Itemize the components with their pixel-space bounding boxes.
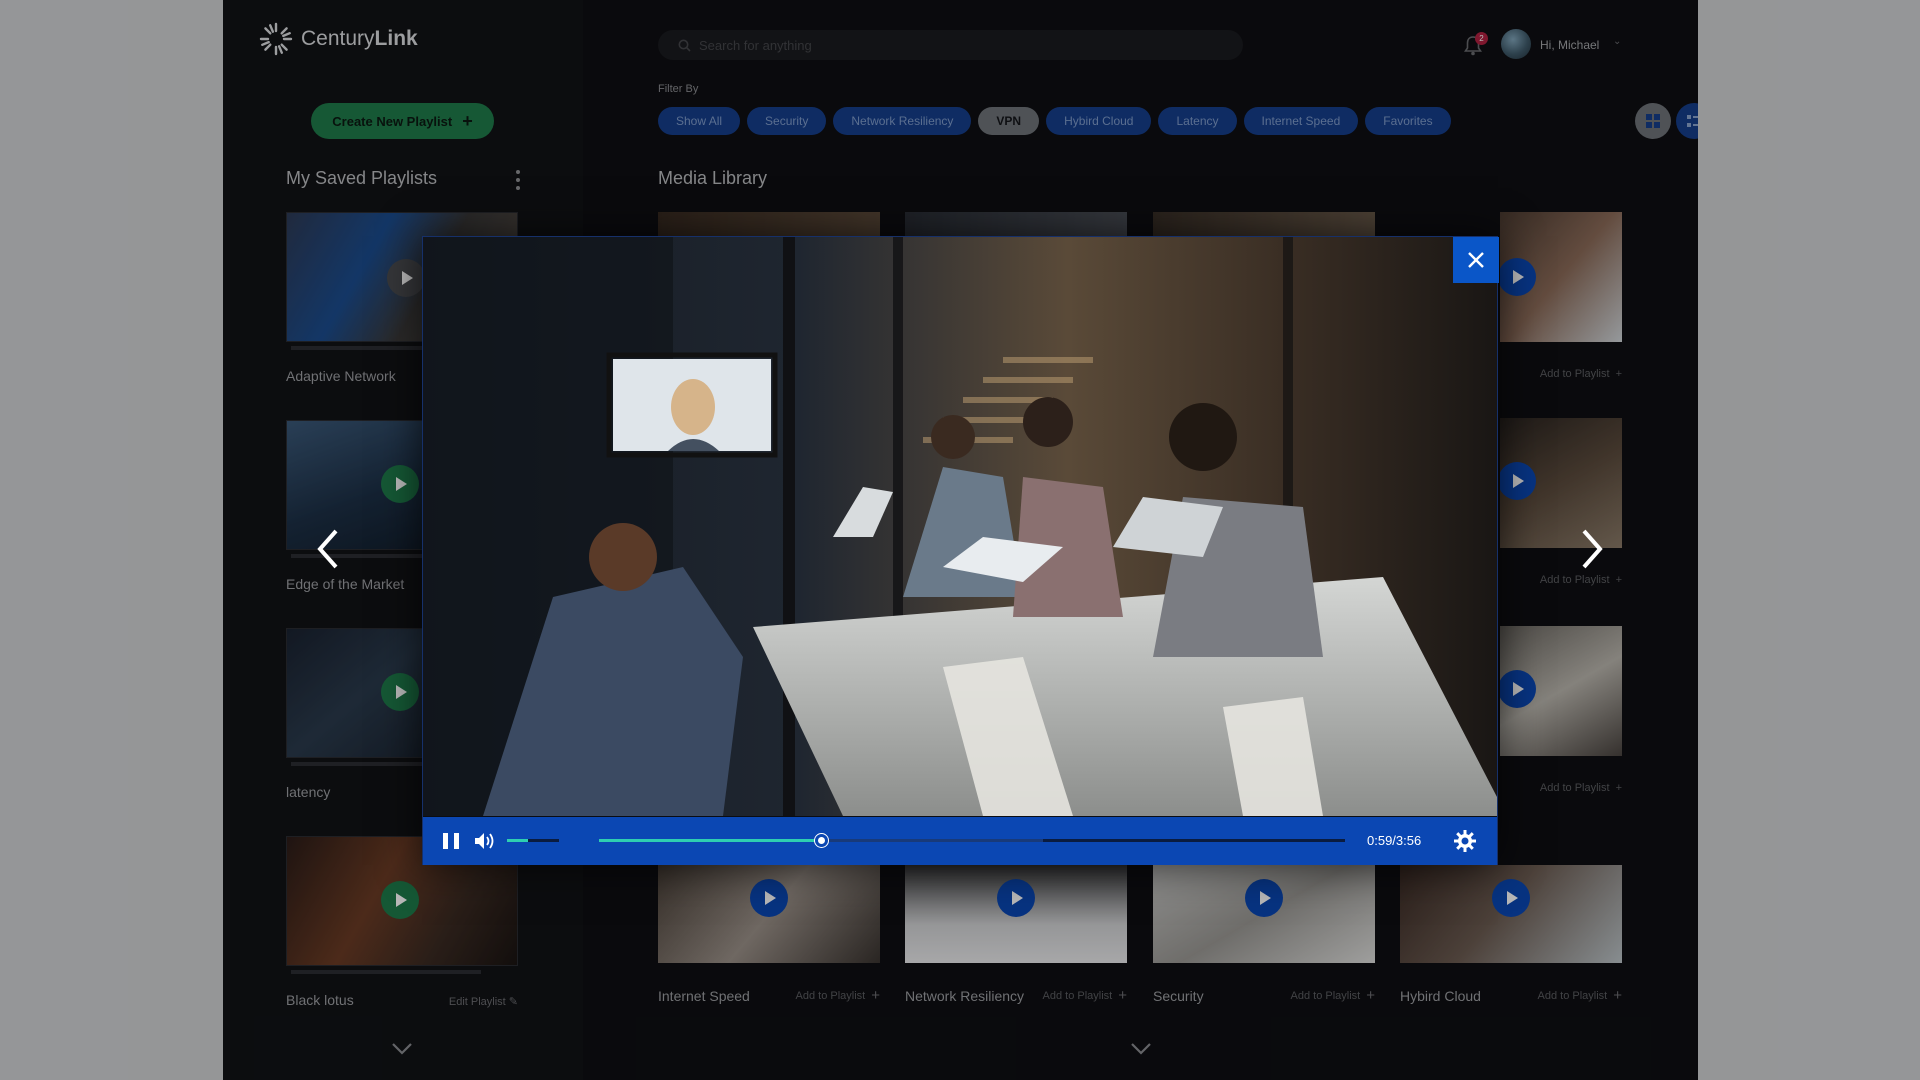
- play-icon[interactable]: [1500, 462, 1536, 500]
- plus-icon: +: [1615, 782, 1622, 794]
- media-thumbnail[interactable]: [1500, 212, 1622, 342]
- plus-icon: +: [1366, 987, 1375, 1004]
- media-title: Security: [1153, 987, 1204, 1004]
- saved-playlists-title: My Saved Playlists: [286, 168, 438, 188]
- media-library-title: Media Library: [658, 168, 768, 188]
- create-playlist-button[interactable]: Create New Playlist +: [311, 103, 494, 139]
- plus-icon: +: [1615, 368, 1622, 380]
- chevron-down-icon[interactable]: [1130, 1042, 1152, 1056]
- play-icon[interactable]: [1500, 670, 1536, 708]
- media-card[interactable]: Hybird Cloud Add to Playlist +: [1400, 865, 1622, 1004]
- previous-arrow-icon[interactable]: [310, 525, 346, 573]
- media-thumbnail[interactable]: [1153, 865, 1375, 963]
- pause-icon[interactable]: [443, 833, 459, 849]
- play-icon[interactable]: [381, 673, 419, 711]
- play-icon[interactable]: [1492, 879, 1530, 917]
- brand-logo[interactable]: CenturyLink: [259, 22, 418, 56]
- media-thumbnail[interactable]: [658, 212, 880, 238]
- add-to-playlist-link[interactable]: Add to Playlist +: [796, 987, 880, 1004]
- media-thumbnail[interactable]: [658, 865, 880, 963]
- more-options-icon[interactable]: [513, 168, 523, 192]
- media-thumbnail[interactable]: [1400, 865, 1622, 963]
- media-title: Internet Speed: [658, 987, 750, 1004]
- filter-chip-latency[interactable]: Latency: [1158, 107, 1237, 135]
- play-icon[interactable]: [381, 465, 419, 503]
- filter-chips: Show All Security Network Resiliency VPN…: [658, 107, 1451, 135]
- media-card[interactable]: Network Resiliency Add to Playlist +: [905, 865, 1127, 1004]
- plus-icon: +: [1118, 987, 1127, 1004]
- avatar[interactable]: [1501, 29, 1531, 59]
- media-card[interactable]: Security Add to Playlist +: [1153, 865, 1375, 1004]
- play-icon[interactable]: [387, 259, 425, 297]
- filter-chip-show-all[interactable]: Show All: [658, 107, 741, 135]
- progress-bar[interactable]: [599, 834, 1345, 847]
- media-thumbnail[interactable]: [1153, 212, 1375, 238]
- chevron-down-icon[interactable]: ⌄: [1613, 36, 1621, 47]
- plus-icon: +: [871, 987, 880, 1004]
- search-icon: [678, 39, 691, 52]
- search-placeholder: Search for anything: [699, 37, 812, 53]
- media-title: Hybird Cloud: [1400, 987, 1481, 1004]
- close-icon: [1468, 252, 1484, 268]
- user-greeting[interactable]: Hi, Michael: [1540, 38, 1599, 52]
- gear-icon[interactable]: [1453, 829, 1477, 853]
- filter-chip-internet-speed[interactable]: Internet Speed: [1243, 107, 1359, 135]
- volume-icon[interactable]: [473, 830, 497, 852]
- add-to-playlist-link[interactable]: Add to Playlist +: [1538, 987, 1622, 1004]
- progress-handle[interactable]: [815, 834, 829, 847]
- chevron-down-icon[interactable]: [391, 1042, 413, 1056]
- filter-chip-vpn[interactable]: VPN: [978, 107, 1040, 135]
- create-playlist-label: Create New Playlist: [332, 113, 453, 129]
- play-icon[interactable]: [1245, 879, 1283, 917]
- edit-playlist-link[interactable]: Edit Playlist ✎: [449, 995, 518, 1008]
- close-button[interactable]: [1453, 237, 1499, 283]
- notification-badge: 2: [1475, 32, 1488, 45]
- grid-view-button[interactable]: [1635, 103, 1671, 139]
- filter-chip-network-resiliency[interactable]: Network Resiliency: [833, 107, 972, 135]
- play-icon[interactable]: [381, 881, 419, 919]
- media-thumbnail[interactable]: [1500, 626, 1622, 756]
- list-view-button[interactable]: [1676, 103, 1698, 139]
- play-icon[interactable]: [750, 879, 788, 917]
- player-controls: 0:59/3:56: [423, 817, 1497, 865]
- video-frame[interactable]: [423, 237, 1497, 816]
- filter-chip-favorites[interactable]: Favorites: [1365, 107, 1451, 135]
- play-icon[interactable]: [1500, 258, 1536, 296]
- video-scene-image: [423, 237, 1497, 816]
- next-arrow-icon[interactable]: [1574, 525, 1610, 573]
- playlist-progress-bar: [291, 970, 481, 974]
- add-to-playlist-link[interactable]: Add to Playlist +: [1540, 368, 1622, 380]
- grid-icon: [1646, 114, 1660, 128]
- brand-name: CenturyLink: [301, 27, 418, 50]
- media-card[interactable]: Internet Speed Add to Playlist +: [658, 865, 880, 1004]
- filter-chip-security[interactable]: Security: [747, 107, 827, 135]
- media-title: Network Resiliency: [905, 987, 1025, 1004]
- add-to-playlist-link[interactable]: Add to Playlist +: [1043, 987, 1127, 1004]
- pencil-icon: ✎: [508, 996, 518, 1008]
- search-input[interactable]: Search for anything: [658, 30, 1243, 60]
- media-card[interactable]: Add to Playlist +: [1500, 212, 1622, 380]
- played-bar: [599, 839, 823, 842]
- play-icon[interactable]: [997, 879, 1035, 917]
- media-thumbnail[interactable]: [905, 865, 1127, 963]
- add-to-playlist-link[interactable]: Add to Playlist +: [1540, 782, 1622, 794]
- media-thumbnail[interactable]: [905, 212, 1127, 238]
- volume-level: [507, 839, 528, 842]
- plus-icon: +: [462, 110, 473, 131]
- list-icon: [1687, 115, 1698, 127]
- add-to-playlist-link[interactable]: Add to Playlist +: [1291, 987, 1375, 1004]
- time-display: 0:59/3:56: [1367, 833, 1422, 848]
- filter-chip-hybird-cloud[interactable]: Hybird Cloud: [1046, 107, 1152, 135]
- volume-slider[interactable]: [507, 839, 559, 842]
- media-card[interactable]: Add to Playlist +: [1500, 626, 1622, 794]
- add-to-playlist-link[interactable]: Add to Playlist +: [1540, 574, 1622, 586]
- filter-label: Filter By: [658, 83, 699, 95]
- plus-icon: +: [1613, 987, 1622, 1004]
- plus-icon: +: [1615, 574, 1622, 586]
- video-player-modal: 0:59/3:56: [422, 236, 1499, 865]
- centurylink-logo-icon: [259, 22, 293, 56]
